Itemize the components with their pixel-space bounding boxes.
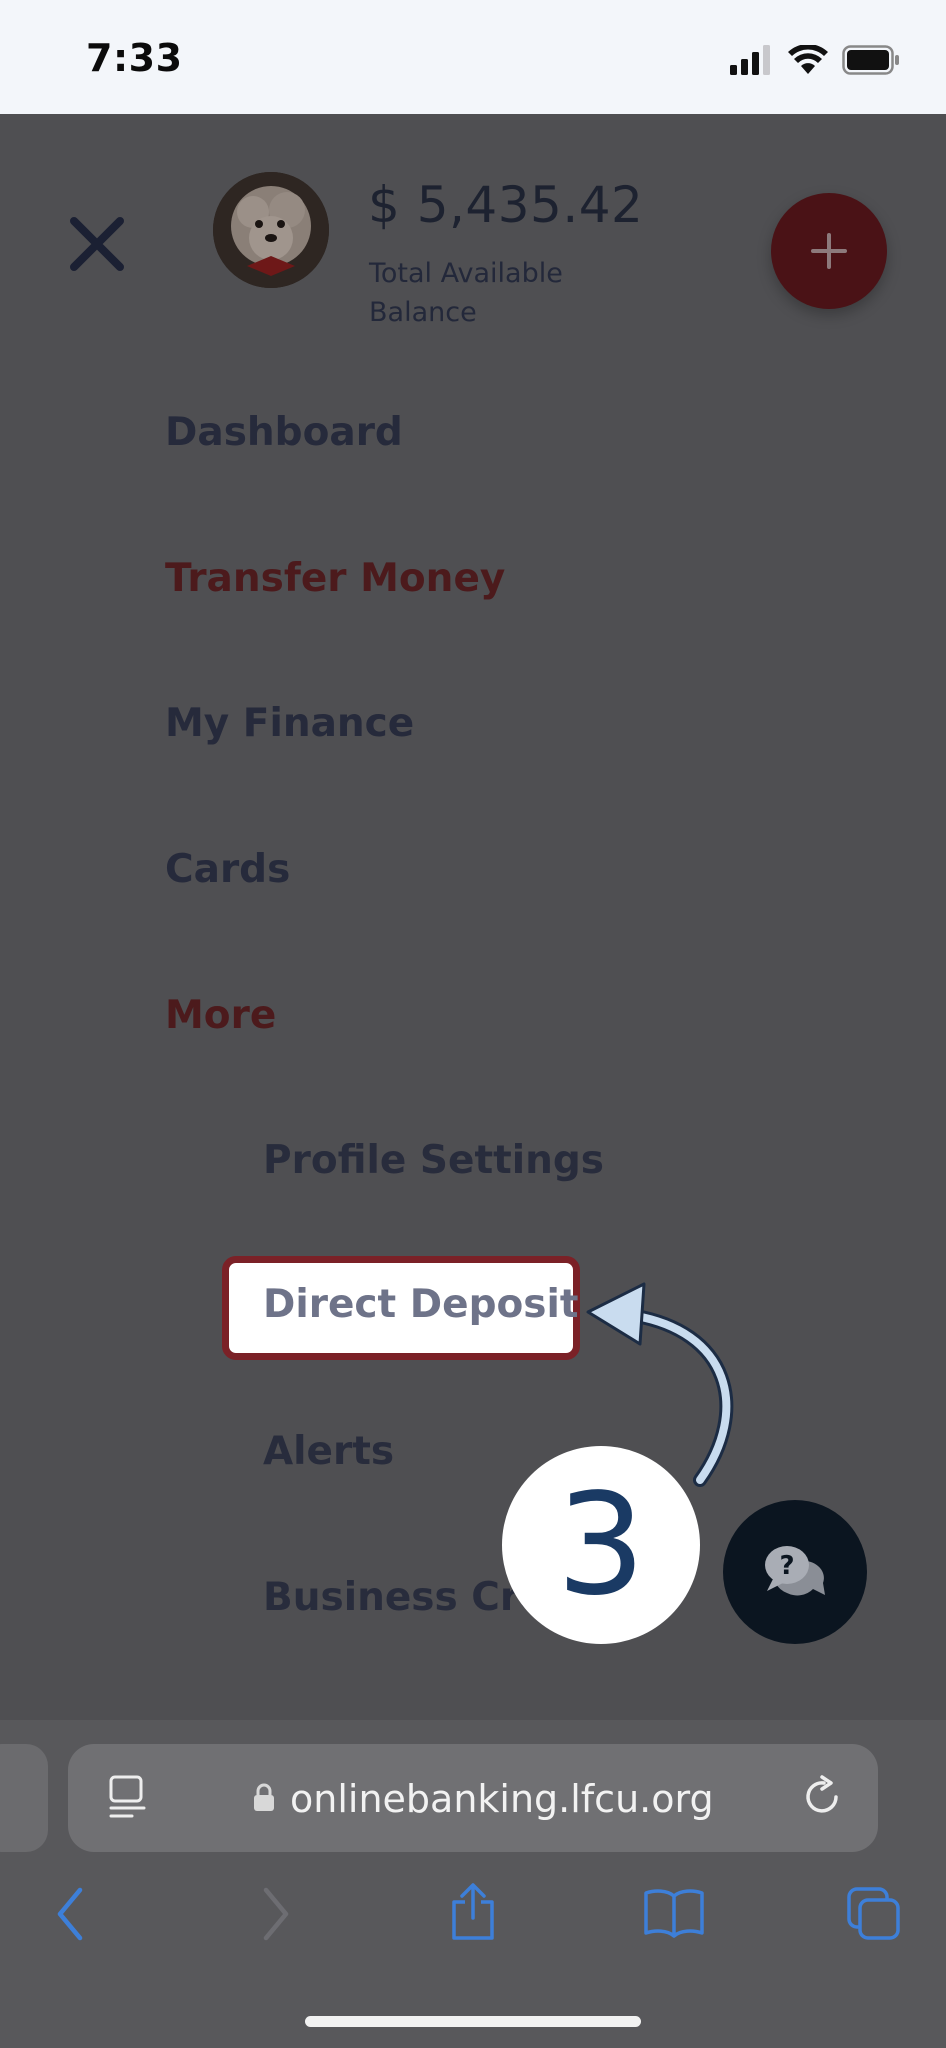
- submenu-item-profile-settings[interactable]: Profile Settings: [263, 1138, 604, 1183]
- previous-tab[interactable]: [0, 1744, 48, 1852]
- submenu-item-direct-deposit[interactable]: Direct Deposit: [263, 1282, 579, 1327]
- menu-overlay: [0, 114, 946, 1720]
- reload-icon[interactable]: [802, 1775, 846, 1821]
- dog-photo: [213, 172, 329, 288]
- total-balance: $ 5,435.42: [368, 176, 644, 234]
- tabs-icon[interactable]: [846, 1886, 902, 1942]
- back-icon[interactable]: [54, 1886, 86, 1942]
- svg-text:?: ?: [779, 1551, 794, 1581]
- submenu-item-business-credit[interactable]: Business Cre: [263, 1575, 546, 1620]
- chat-icon: ?: [765, 1546, 825, 1596]
- submenu-item-alerts[interactable]: Alerts: [263, 1429, 394, 1474]
- status-icons: [730, 40, 900, 80]
- status-time: 7:33: [86, 36, 183, 80]
- bookmarks-icon[interactable]: [643, 1888, 705, 1938]
- lock-icon: [254, 1783, 274, 1811]
- url-text: onlinebanking.lfcu.org: [290, 1777, 714, 1821]
- help-chat-button[interactable]: ?: [723, 1500, 867, 1644]
- share-icon[interactable]: [448, 1882, 498, 1942]
- balance-caption: Total Available Balance: [369, 258, 563, 328]
- wifi-icon: [788, 45, 828, 74]
- home-indicator: [305, 2016, 641, 2027]
- step-number: 3: [556, 1464, 646, 1627]
- step-badge: 3: [502, 1446, 700, 1644]
- avatar[interactable]: [213, 172, 329, 288]
- status-bar: 7:33: [0, 0, 946, 114]
- forward-icon[interactable]: [260, 1886, 292, 1942]
- menu-item-transfer-money[interactable]: Transfer Money: [165, 556, 505, 601]
- menu-item-cards[interactable]: Cards: [165, 847, 290, 892]
- close-icon[interactable]: [68, 215, 126, 273]
- plus-icon: [811, 233, 847, 269]
- battery-icon: [842, 45, 899, 75]
- add-button[interactable]: [771, 193, 887, 309]
- menu-item-my-finance[interactable]: My Finance: [165, 701, 414, 746]
- menu-item-dashboard[interactable]: Dashboard: [165, 410, 403, 455]
- menu-item-more[interactable]: More: [165, 993, 276, 1038]
- cellular-signal-icon: [730, 45, 770, 75]
- reader-icon[interactable]: [108, 1774, 148, 1820]
